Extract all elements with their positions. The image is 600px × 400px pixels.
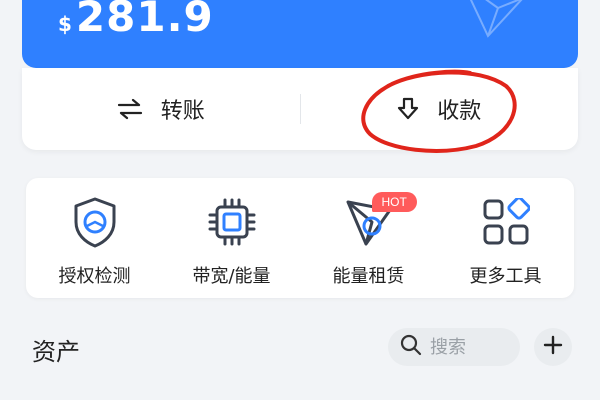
tools-card: 授权检测 带宽/能量 HOT 能量租赁 更多工具 (26, 178, 574, 298)
tool-label: 带宽/能量 (192, 266, 271, 287)
transfer-label: 转账 (160, 99, 205, 124)
search-icon (400, 334, 422, 360)
add-asset-button[interactable] (534, 328, 572, 366)
shield-icon (72, 196, 118, 248)
download-arrow-icon (397, 97, 419, 121)
tool-bandwidth-energy[interactable]: 带宽/能量 (167, 178, 297, 288)
hot-badge: HOT (371, 192, 417, 212)
tool-label: 更多工具 (469, 266, 542, 287)
receive-label: 收款 (437, 99, 482, 124)
chip-icon (207, 196, 257, 248)
grid-icon (482, 196, 530, 248)
tool-label: 授权检测 (58, 266, 131, 287)
receive-button[interactable]: 收款 (301, 68, 579, 150)
balance-currency: $ (58, 12, 72, 36)
balance-amount: 281.9 (75, 0, 214, 41)
actions-card: 转账 收款 (22, 68, 578, 150)
balance-card: $ 281.9 (22, 0, 578, 68)
tool-energy-rental[interactable]: HOT 能量租赁 (304, 178, 434, 288)
tool-more-tools[interactable]: 更多工具 (441, 178, 571, 288)
assets-title: 资产 (32, 338, 80, 366)
search-input[interactable] (428, 335, 516, 359)
transfer-arrows-icon (117, 98, 143, 120)
transfer-button[interactable]: 转账 (22, 68, 300, 150)
balance-display: $ 281.9 (58, 0, 214, 41)
tool-label: 能量租赁 (332, 266, 405, 287)
tron-logo-icon (458, 0, 528, 42)
search-box[interactable] (388, 328, 520, 366)
plus-icon (543, 335, 563, 359)
tool-authorization-check[interactable]: 授权检测 (30, 178, 160, 288)
